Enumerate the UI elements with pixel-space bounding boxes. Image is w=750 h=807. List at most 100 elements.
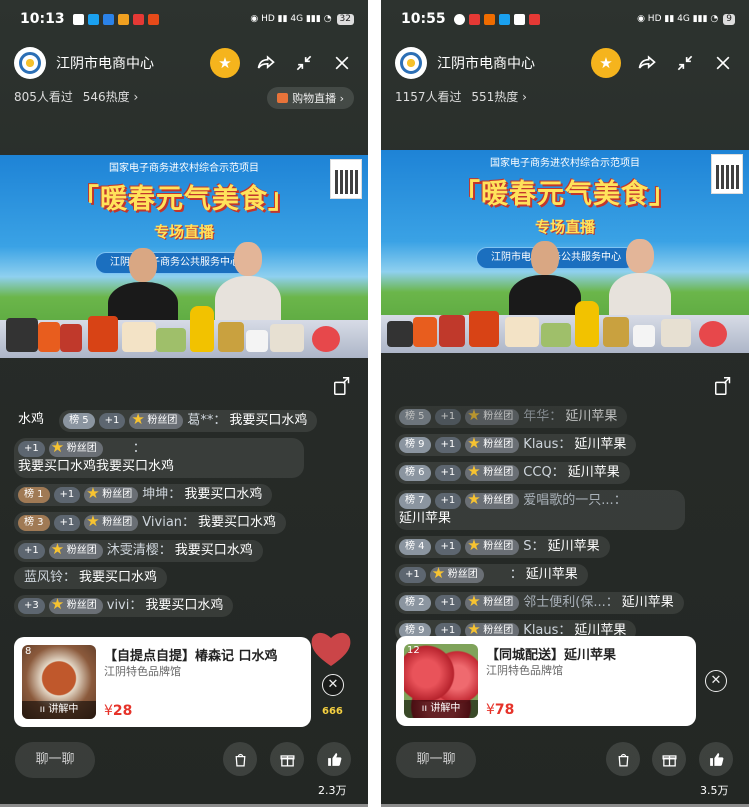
product-price: ¥78 [486, 702, 514, 718]
explaining-badge: ıı 讲解中 [22, 701, 96, 719]
channel-avatar[interactable] [14, 47, 46, 79]
product-box [413, 317, 437, 347]
channel-name[interactable]: 江阴市电商中心 [56, 53, 154, 73]
comment-user[interactable]: Klaus： [523, 436, 571, 454]
heat-count[interactable]: 546热度 › [83, 90, 139, 104]
level-badge: +1 [434, 437, 462, 453]
rotate-screen-icon[interactable] [713, 375, 735, 397]
comment-user[interactable]: 年华： [523, 408, 562, 426]
product-box [633, 325, 655, 347]
comment-user[interactable]: 沐雯清樱： [107, 542, 172, 560]
rotate-screen-icon[interactable] [332, 375, 354, 397]
level-badge: +1 [399, 567, 426, 583]
comment-text: 延川苹果 [621, 595, 674, 610]
notification-icons [453, 13, 540, 25]
comment: +1粉丝团沐雯清樱：我要买口水鸡 [14, 540, 263, 562]
chat-input[interactable]: 聊一聊 [396, 742, 476, 778]
comment-text: 我要买口水鸡 [184, 487, 263, 502]
status-bar: 10:55 ◉ HD ▮▮ 4G ▮▮▮ ◔ 9 [401, 10, 735, 28]
product-thumbnail[interactable]: 12 ıı 讲解中 [404, 644, 478, 718]
status-bar: 10:13 ◉ HD ▮▮ 4G ▮▮▮ ◔ 32 [20, 10, 354, 28]
comment: 榜 5+1粉丝团年华：延川苹果 [395, 406, 628, 428]
comment-list[interactable]: 水鸡 榜 5+1粉丝团葛**：我要买口水鸡 +1粉丝团：我要买口水鸡我要买口水鸡… [14, 408, 328, 621]
comment-text: 延川苹果 [547, 539, 600, 554]
product-box [661, 319, 691, 347]
video-frame[interactable]: 国家电子商务进农村综合示范项目 「暖春元气美食」 专场直播 江阴市电子商务公共服… [0, 155, 368, 358]
comment-user[interactable]: vivi： [107, 597, 143, 615]
comment-user[interactable]: 邻士便利(保...： [523, 594, 618, 612]
product-title[interactable]: 【同城配送】延川苹果 [486, 644, 686, 663]
rank-badge: 榜 5 [399, 409, 431, 425]
product-title[interactable]: 【自提点自提】椿森记 口水鸡 [104, 645, 301, 664]
product-bottle [190, 306, 214, 352]
product-thumbnail[interactable]: 8 ıı 讲解中 [22, 645, 96, 719]
live-stream-screen-2: 10:55 ◉ HD ▮▮ 4G ▮▮▮ ◔ 9 江阴市电商中心 ★ 1157人… [381, 0, 749, 807]
share-icon[interactable] [635, 51, 659, 75]
product-store: 江阴特色品牌馆 [104, 665, 181, 678]
fan-club-badge: 粉丝团 [84, 485, 139, 503]
comment-text: 我要买口水鸡 [198, 515, 277, 530]
banner-title: 「暖春元气美食」 [453, 179, 677, 210]
minimize-icon[interactable] [673, 51, 697, 75]
level-badge: +1 [98, 413, 126, 429]
comment-user[interactable]: 葛**： [187, 412, 226, 430]
notification-icons [72, 13, 159, 25]
close-card-icon[interactable]: ✕ [322, 674, 344, 696]
share-icon[interactable] [254, 51, 278, 75]
heat-count[interactable]: 551热度 › [471, 90, 527, 104]
product-box [156, 328, 186, 352]
channel-avatar[interactable] [395, 47, 427, 79]
comment-user[interactable]: S： [523, 538, 544, 556]
close-icon[interactable] [711, 51, 735, 75]
close-icon[interactable] [330, 51, 354, 75]
minimize-icon[interactable] [292, 51, 316, 75]
comment-text: 我要买口水鸡我要买口水鸡 [18, 459, 175, 474]
comment-user[interactable]: Vivian： [142, 514, 195, 532]
product-box [505, 317, 539, 347]
level-badge: +1 [434, 539, 462, 555]
qr-code [711, 154, 743, 194]
like-icon[interactable] [317, 742, 351, 776]
qr-code [330, 159, 362, 199]
product-apples [312, 326, 340, 352]
gift-icon[interactable] [652, 742, 686, 776]
comment-user[interactable]: CCQ： [523, 464, 564, 482]
fan-club-badge: 粉丝团 [465, 435, 520, 453]
shopping-bag-icon[interactable] [606, 742, 640, 776]
banner-title: 「暖春元气美食」 [72, 184, 296, 215]
comment: 蓝风铃： 我要买口水鸡 [14, 567, 168, 589]
shopping-live-label: 购物直播 › [292, 92, 344, 105]
signal-icons: ◉ HD ▮▮ 4G ▮▮▮ ◔ 32 [250, 13, 354, 25]
fan-club-badge: 粉丝团 [465, 593, 520, 611]
comment: +1粉丝团 ：我要买口水鸡我要买口水鸡 [14, 438, 304, 478]
shopping-live-button[interactable]: 购物直播 › [267, 87, 354, 109]
comment-user[interactable]: 坤坤： [142, 486, 181, 504]
shopping-bag-icon[interactable] [223, 742, 257, 776]
stream-stats: 805人看过 546热度 › [14, 88, 144, 105]
fan-club-badge: 粉丝团 [129, 411, 184, 429]
comment-user[interactable]: 蓝风铃： [24, 569, 76, 587]
comment-user[interactable]: 爱唱歌的一只...： [523, 492, 626, 510]
explaining-badge: ıı 讲解中 [404, 700, 478, 718]
product-index: 8 [25, 646, 32, 657]
like-icon[interactable] [699, 742, 733, 776]
follow-star-icon[interactable]: ★ [591, 48, 621, 78]
product-card[interactable]: 8 ıı 讲解中 【自提点自提】椿森记 口水鸡 江阴特色品牌馆 ¥28 [14, 637, 311, 727]
comparison-view: 10:13 ◉ HD ▮▮ 4G ▮▮▮ ◔ 32 江阴市电商中心 ★ 805人… [0, 0, 750, 807]
follow-star-icon[interactable]: ★ [210, 48, 240, 78]
level-badge: +3 [18, 598, 45, 614]
gift-icon[interactable] [270, 742, 304, 776]
comment-user[interactable]: ： [510, 566, 523, 584]
clock: 10:13 [20, 11, 65, 27]
product-card[interactable]: 12 ıı 讲解中 【同城配送】延川苹果 江阴特色品牌馆 ¥78 [396, 636, 696, 726]
comment-user[interactable]: ： [133, 440, 146, 458]
comment: 榜 4+1粉丝团S：延川苹果 [395, 536, 610, 558]
video-frame[interactable]: 国家电子商务进农村综合示范项目 「暖春元气美食」 专场直播 江阴市电子商务公共服… [381, 150, 749, 353]
comment: 榜 6+1粉丝团CCQ：延川苹果 [395, 462, 630, 484]
comment-list[interactable]: 榜 5+1粉丝团年华：延川苹果 榜 9+1粉丝团Klaus：延川苹果 榜 6+1… [395, 404, 709, 646]
level-badge: +1 [434, 409, 462, 425]
channel-name[interactable]: 江阴市电商中心 [437, 53, 535, 73]
product-box [541, 323, 571, 347]
chat-input[interactable]: 聊一聊 [15, 742, 95, 778]
close-card-icon[interactable]: ✕ [705, 670, 727, 692]
